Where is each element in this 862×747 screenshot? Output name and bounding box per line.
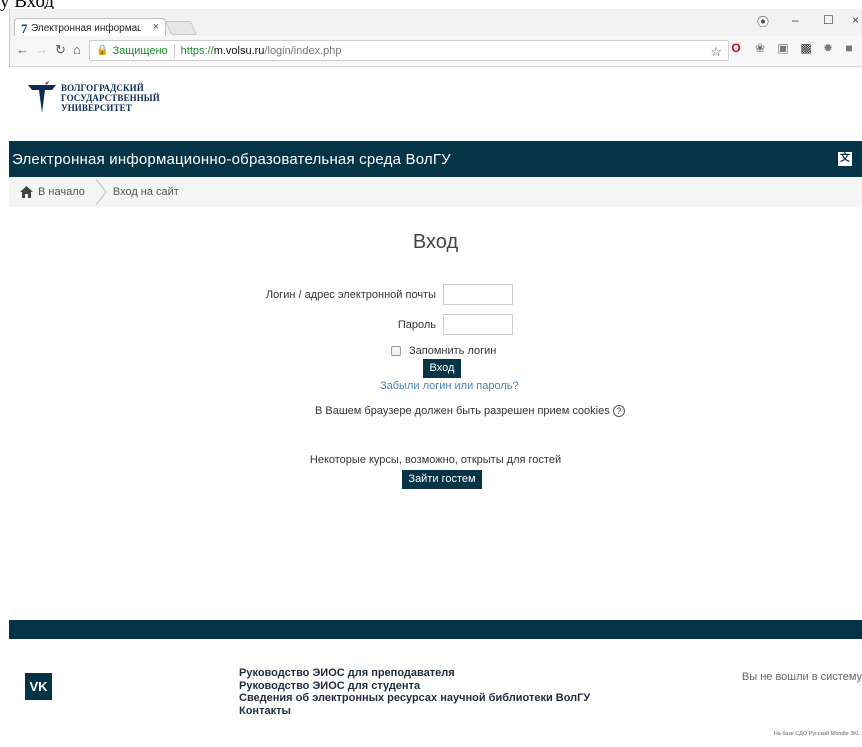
username-label: Логин / адрес электронной почты <box>265 288 436 301</box>
guest-login-button[interactable]: Зайти гостем <box>402 470 482 489</box>
reload-icon[interactable]: ↻ <box>55 42 66 58</box>
tab-title: Электронная информац... <box>31 22 141 34</box>
extension-gear-icon[interactable]: ✹ <box>821 41 835 55</box>
lock-icon: 🔒 <box>96 45 109 56</box>
login-status: Вы не вошли в систему <box>741 671 862 683</box>
powered-by[interactable]: На базе СДО Русский Moodle 3KL <box>774 731 860 737</box>
opera-extension-icon[interactable]: O <box>729 41 743 55</box>
footer-link-teacher-guide[interactable]: Руководство ЭИОС для преподавателя <box>239 667 590 680</box>
vk-icon[interactable]: VK <box>25 673 52 700</box>
footer-bar <box>9 620 862 639</box>
browser-toolbar: ← → ↻ ⌂ 🔒 Защищено https:// m.volsu.ru /… <box>10 36 862 67</box>
remember-checkbox[interactable] <box>391 346 401 356</box>
maximize-button[interactable]: ☐ <box>823 13 834 27</box>
tab-close-icon[interactable]: × <box>153 21 159 33</box>
home-icon[interactable]: ⌂ <box>73 42 81 57</box>
breadcrumb-home-link[interactable]: В начало <box>38 186 85 198</box>
minimize-button[interactable]: – <box>792 13 799 27</box>
home-icon[interactable] <box>20 186 33 198</box>
url-scheme: https:// <box>180 44 214 57</box>
browser-tab[interactable]: 7 Электронная информац... × <box>14 18 166 37</box>
remember-label[interactable]: Запомнить логин <box>409 345 496 357</box>
language-icon[interactable]: 文A <box>838 152 852 178</box>
login-heading: Вход <box>412 231 459 253</box>
new-tab-button[interactable] <box>164 21 198 35</box>
login-button[interactable]: Вход <box>423 359 461 378</box>
site-header: Электронная информационно-образовательна… <box>9 141 862 178</box>
address-divider <box>173 43 175 58</box>
footer-links: Руководство ЭИОС для преподавателя Руков… <box>239 667 590 717</box>
browser-chrome: 7 Электронная информац... × ⦿ – ☐ × ← → … <box>9 9 862 67</box>
site-title[interactable]: Электронная информационно-образовательна… <box>12 151 451 168</box>
university-logo[interactable]: ВОЛГОГРАДСКИЙ ГОСУДАРСТВЕННЫЙ УНИВЕРСИТЕ… <box>27 81 160 115</box>
password-row: Пароль <box>249 314 513 335</box>
breadcrumb-separator-icon <box>95 178 107 206</box>
logo-emblem-icon <box>28 81 56 113</box>
url-host: m.volsu.ru <box>213 44 265 57</box>
url-path: /login/index.php <box>264 44 342 57</box>
footer-link-student-guide[interactable]: Руководство ЭИОС для студента <box>239 680 590 693</box>
profile-icon[interactable]: ⦿ <box>757 13 769 30</box>
address-bar[interactable]: 🔒 Защищено https:// m.volsu.ru /login/in… <box>89 40 729 61</box>
cookies-notice: В Вашем браузере должен быть разрешен пр… <box>315 405 625 417</box>
logo-text: ВОЛГОГРАДСКИЙ ГОСУДАРСТВЕННЫЙ УНИВЕРСИТЕ… <box>61 83 160 113</box>
password-label: Пароль <box>397 318 436 331</box>
tab-bar: 7 Электронная информац... × ⦿ – ☐ × <box>10 9 862 37</box>
cookies-text: В Вашем браузере должен быть разрешен пр… <box>315 405 610 417</box>
footer-link-library-resources[interactable]: Сведения об электронных ресурсах научной… <box>239 692 590 705</box>
guest-notice: Некоторые курсы, возможно, открыты для г… <box>309 454 562 466</box>
extension-square-icon[interactable]: ■ <box>842 41 856 55</box>
extension-image-icon[interactable]: ▣ <box>776 41 790 55</box>
forward-icon[interactable]: → <box>35 42 48 57</box>
close-window-button[interactable]: × <box>852 13 859 27</box>
username-input[interactable] <box>443 284 513 305</box>
remember-row: Запомнить логин <box>391 345 496 357</box>
password-input[interactable] <box>443 314 513 335</box>
breadcrumb-current[interactable]: Вход на сайт <box>113 186 179 198</box>
site-favicon-icon: 7 <box>21 21 28 36</box>
help-icon[interactable]: ? <box>612 405 625 417</box>
web-page: ВОЛГОГРАДСКИЙ ГОСУДАРСТВЕННЫЙ УНИВЕРСИТЕ… <box>9 67 862 747</box>
secure-label: Защищено <box>112 44 168 57</box>
forgot-password-link[interactable]: Забыли логин или пароль? <box>380 380 519 392</box>
bookmark-star-icon[interactable]: ☆ <box>710 44 722 60</box>
breadcrumb: В начало Вход на сайт <box>9 177 862 207</box>
extension-badge-icon[interactable]: ▩ <box>799 41 813 55</box>
footer-link-contacts[interactable]: Контакты <box>239 705 590 718</box>
extension-paw-icon[interactable]: ❀ <box>753 41 767 55</box>
username-row: Логин / адрес электронной почты <box>249 284 513 305</box>
back-icon[interactable]: ← <box>16 42 29 57</box>
